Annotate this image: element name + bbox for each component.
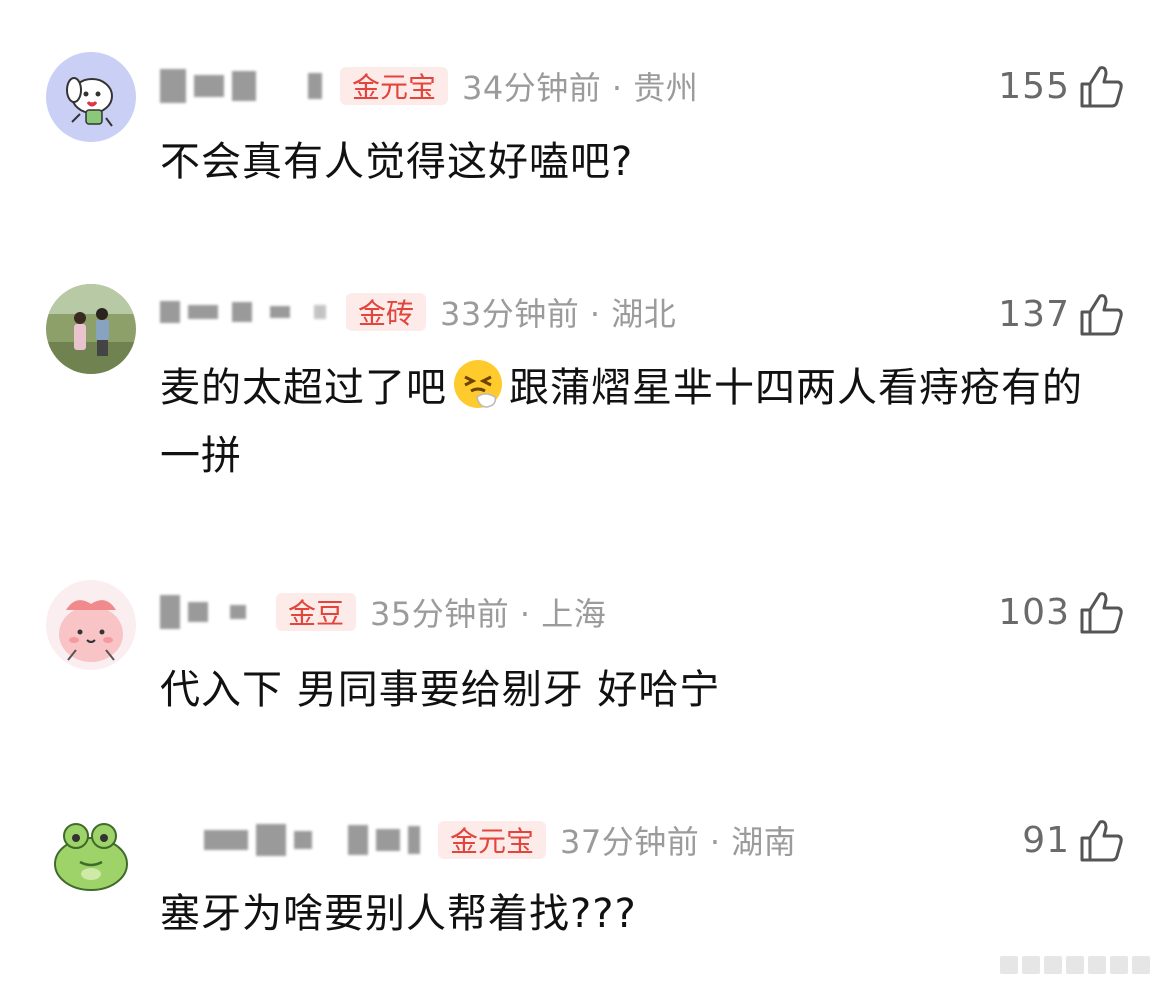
likes-count: 103 (998, 591, 1070, 633)
level-badge: 金元宝 (340, 67, 449, 105)
user-avatar[interactable] (46, 284, 136, 374)
username-blurred[interactable] (160, 590, 276, 634)
comment-meta: 金元宝 37分钟前 · 湖南 (160, 818, 796, 862)
likes-count: 91 (1022, 819, 1070, 861)
level-badge: 金元宝 (438, 821, 547, 859)
like-button[interactable]: 137 (998, 286, 1124, 342)
pink-blob-avatar-icon (46, 580, 136, 670)
comment-text: 代入下 男同事要给剔牙 好哈宁 (160, 667, 721, 713)
like-button[interactable]: 155 (998, 58, 1124, 114)
comment-text: 麦的太超过了吧 跟蒲熠星芈十四两人看痔疮有的一拼 (160, 354, 1100, 490)
comment-text: 塞牙为啥要别人帮着找??? (160, 891, 637, 937)
comment-text: 不会真有人觉得这好嗑吧? (160, 139, 634, 185)
thumbs-up-icon (1080, 66, 1123, 108)
username-blurred[interactable] (160, 290, 346, 334)
image-watermark (1000, 956, 1154, 974)
comment-meta: 金豆 35分钟前 · 上海 (160, 590, 606, 634)
username-blurred[interactable] (160, 818, 438, 862)
thumbs-up-icon (1080, 592, 1123, 634)
time-location: 37分钟前 · 湖南 (560, 823, 797, 861)
thumbs-up-icon (1080, 294, 1123, 336)
user-avatar[interactable] (46, 52, 136, 142)
level-badge: 金砖 (346, 293, 427, 331)
user-avatar[interactable] (46, 806, 136, 896)
comment-text-part: 麦的太超过了吧 (160, 365, 447, 411)
sneezing-face-emoji-icon (454, 360, 502, 408)
green-frog-avatar-icon (46, 806, 136, 896)
likes-count: 137 (998, 293, 1070, 335)
likes-count: 155 (998, 65, 1070, 107)
time-location: 35分钟前 · 上海 (370, 595, 607, 633)
couple-photo-avatar-icon (46, 284, 136, 374)
like-button[interactable]: 103 (998, 584, 1124, 640)
username-blurred[interactable] (160, 64, 340, 108)
comment-meta: 金砖 33分钟前 · 湖北 (160, 290, 676, 334)
thumbs-up-icon (1080, 820, 1123, 862)
user-avatar[interactable] (46, 580, 136, 670)
cartoon-dog-avatar-icon (46, 52, 136, 142)
like-button[interactable]: 91 (1022, 812, 1124, 868)
time-location: 33分钟前 · 湖北 (440, 295, 677, 333)
comment-meta: 金元宝 34分钟前 · 贵州 (160, 64, 698, 108)
level-badge: 金豆 (276, 593, 357, 631)
time-location: 34分钟前 · 贵州 (462, 69, 699, 107)
